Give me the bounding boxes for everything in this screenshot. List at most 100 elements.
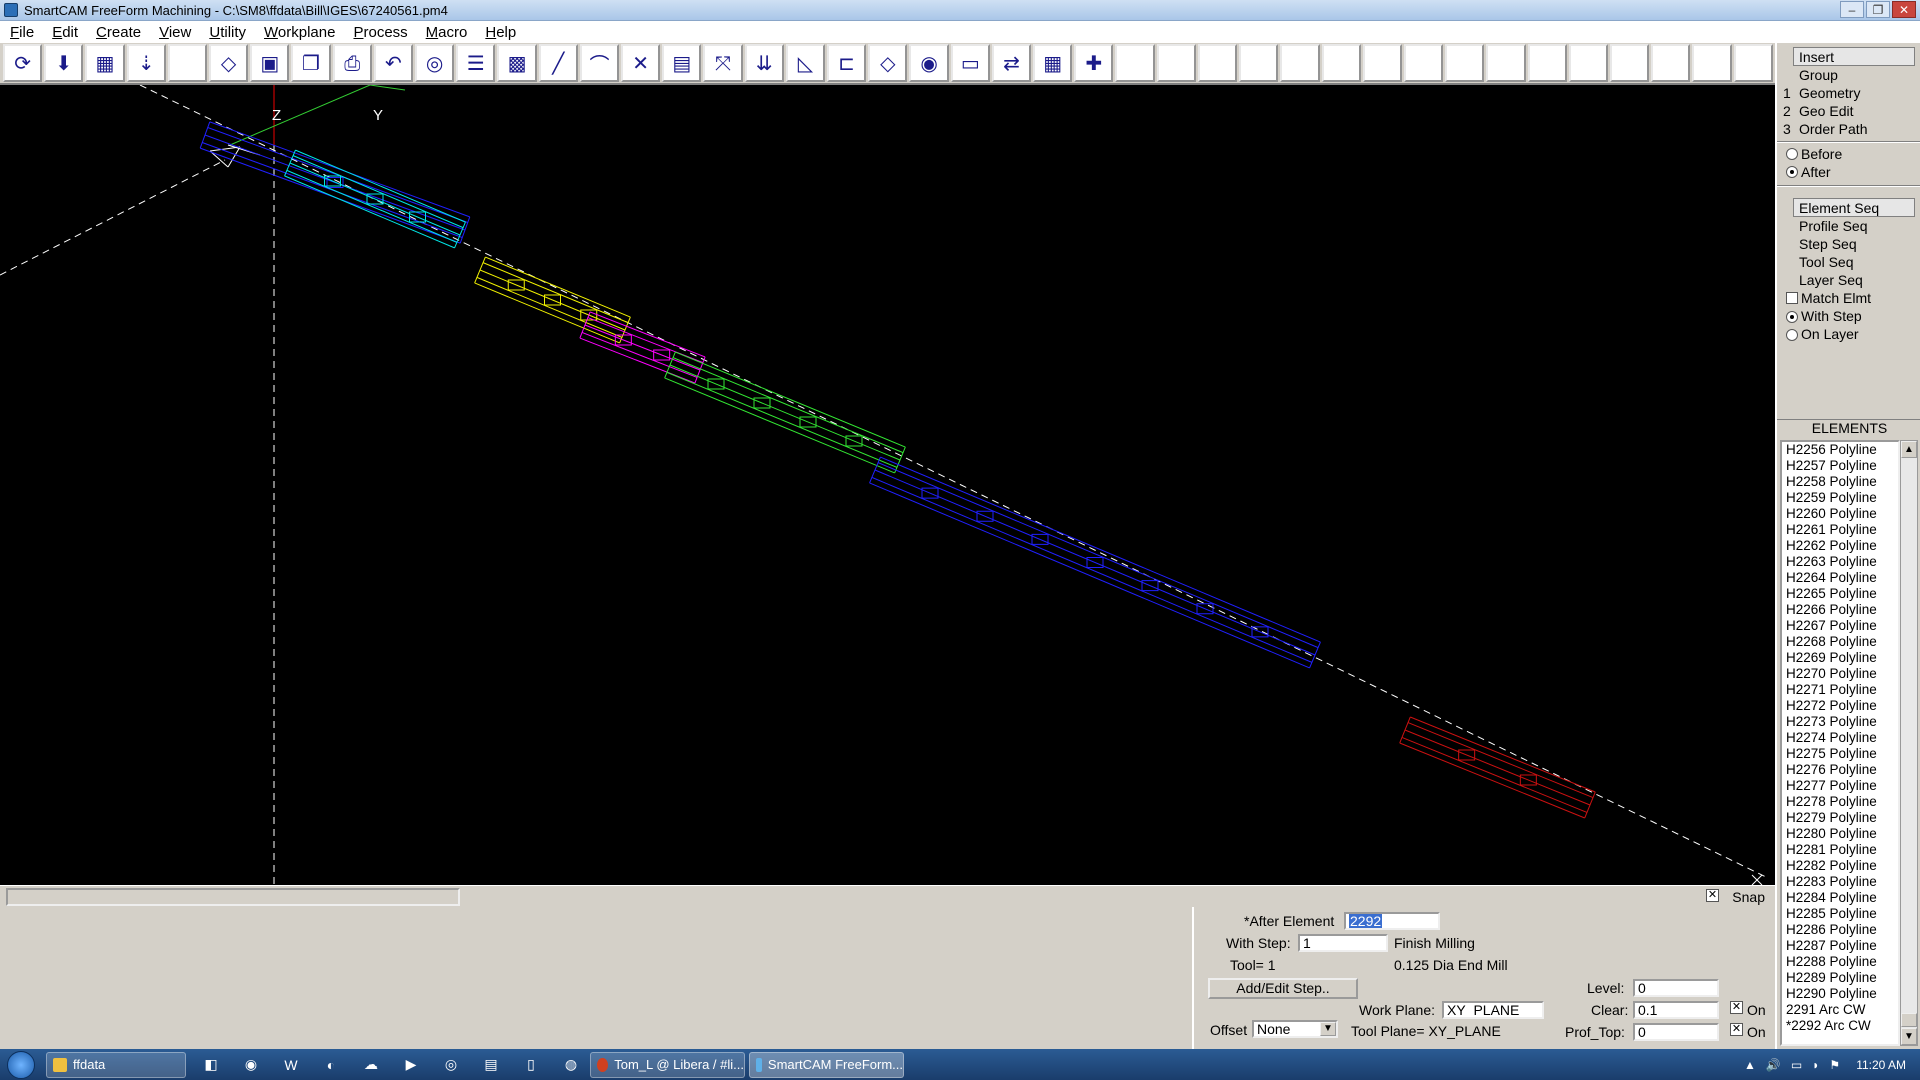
list-item[interactable]: H2279 Polyline	[1786, 810, 1898, 826]
task-ffdata[interactable]: ffdata	[46, 1051, 186, 1078]
quick-launch-icon[interactable]: ◍	[556, 1052, 586, 1078]
list-item[interactable]: H2289 Polyline	[1786, 970, 1898, 986]
clear-input[interactable]: 0.1	[1633, 1001, 1719, 1019]
list-item[interactable]: H2277 Polyline	[1786, 778, 1898, 794]
task-smartcam[interactable]: SmartCAM FreeForm...	[749, 1051, 904, 1078]
list-item[interactable]: H2270 Polyline	[1786, 666, 1898, 682]
fillet-icon[interactable]: ◺	[785, 44, 826, 82]
empty-toolbar-slot[interactable]	[1197, 44, 1238, 82]
surface-icon[interactable]: ▩	[497, 44, 537, 82]
scroll-down-icon[interactable]: ▼	[1901, 1028, 1917, 1045]
insert-mode[interactable]: Insert	[1799, 49, 1834, 65]
transform-icon[interactable]: ⤧	[703, 44, 743, 82]
layer-stack-icon[interactable]: ☰	[456, 44, 496, 82]
elements-scrollbar[interactable]: ▲ ▼	[1900, 440, 1918, 1046]
quick-launch-icon[interactable]: ◉	[236, 1052, 266, 1078]
menu-file[interactable]: File	[10, 24, 34, 41]
list-item[interactable]: H2269 Polyline	[1786, 650, 1898, 666]
empty-toolbar-slot[interactable]	[1280, 44, 1320, 82]
quick-launch-icon[interactable]: ◐	[316, 1052, 346, 1078]
before-radio[interactable]	[1786, 148, 1798, 160]
list-item[interactable]: H2258 Polyline	[1786, 474, 1898, 490]
line-icon[interactable]: ╱	[538, 44, 578, 82]
menu-process[interactable]: Process	[353, 24, 407, 41]
menu-view[interactable]: View	[159, 24, 191, 41]
start-button[interactable]	[0, 1049, 42, 1080]
graphics-viewport[interactable]: Z Y	[0, 85, 1775, 885]
profile-seq-option[interactable]: Profile Seq	[1799, 218, 1867, 234]
list-item[interactable]: H2285 Polyline	[1786, 906, 1898, 922]
calc-icon[interactable]: ▦	[1033, 44, 1073, 82]
list-item[interactable]: H2257 Polyline	[1786, 458, 1898, 474]
list-item[interactable]: H2265 Polyline	[1786, 586, 1898, 602]
empty-toolbar-slot[interactable]	[1651, 44, 1691, 82]
after-radio[interactable]	[1786, 166, 1798, 178]
add-point-icon[interactable]: ✚	[1074, 44, 1114, 82]
copy-icon[interactable]: ❐	[291, 44, 331, 82]
with-step-radio[interactable]	[1786, 311, 1798, 323]
list-item[interactable]: H2262 Polyline	[1786, 538, 1898, 554]
network-icon[interactable]: ▭	[1791, 1058, 1802, 1072]
layer-seq-option[interactable]: Layer Seq	[1799, 272, 1863, 288]
empty-toolbar-slot[interactable]	[1321, 44, 1361, 82]
menu-utility[interactable]: Utility	[209, 24, 246, 41]
list-item[interactable]: H2263 Polyline	[1786, 554, 1898, 570]
tool-seq-option[interactable]: Tool Seq	[1799, 254, 1853, 270]
work-plane-input[interactable]: XY_PLANE	[1442, 1001, 1544, 1019]
trim-icon[interactable]: ✕	[621, 44, 661, 82]
list-item[interactable]: H2274 Polyline	[1786, 730, 1898, 746]
empty-toolbar-slot[interactable]	[1568, 44, 1608, 82]
list-item[interactable]: H2267 Polyline	[1786, 618, 1898, 634]
list-item[interactable]: H2256 Polyline	[1786, 442, 1898, 458]
order-path-mode[interactable]: Order Path	[1799, 121, 1867, 137]
list-item[interactable]: H2278 Polyline	[1786, 794, 1898, 810]
list-item[interactable]: H2282 Polyline	[1786, 858, 1898, 874]
list-item[interactable]: H2276 Polyline	[1786, 762, 1898, 778]
menu-macro[interactable]: Macro	[426, 24, 468, 41]
fill-icon[interactable]: ▦	[85, 44, 125, 82]
list-item[interactable]: H2273 Polyline	[1786, 714, 1898, 730]
after-element-input[interactable]: 2292	[1344, 912, 1440, 930]
empty-toolbar-slot[interactable]	[1115, 44, 1155, 82]
offset-dropdown-icon[interactable]: ▼	[1320, 1022, 1336, 1036]
list-item[interactable]: H2286 Polyline	[1786, 922, 1898, 938]
tool-point-icon[interactable]: ⇣	[126, 44, 166, 82]
calculator-icon[interactable]: ▤	[662, 44, 702, 82]
quick-launch-icon[interactable]: ☁	[356, 1052, 386, 1078]
show-icon[interactable]: ◉	[909, 44, 949, 82]
list-item[interactable]: H2283 Polyline	[1786, 874, 1898, 890]
empty-toolbar-slot[interactable]	[1156, 44, 1196, 82]
arc-icon[interactable]: ⌒	[579, 44, 620, 82]
regen-icon[interactable]: ⟳	[3, 44, 43, 82]
geometry-mode[interactable]: Geometry	[1799, 85, 1860, 101]
volume-icon[interactable]: 🔊	[1766, 1058, 1781, 1072]
quick-launch-icon[interactable]: ▯	[516, 1052, 546, 1078]
list-item[interactable]: H2259 Polyline	[1786, 490, 1898, 506]
quick-launch-icon[interactable]: ▤	[476, 1052, 506, 1078]
menu-create[interactable]: Create	[96, 24, 141, 41]
quick-launch-icon[interactable]: ▶	[396, 1052, 426, 1078]
offset-icon[interactable]: ⇊	[744, 44, 784, 82]
menu-workplane[interactable]: Workplane	[264, 24, 335, 41]
empty-toolbar-slot[interactable]	[1403, 44, 1444, 82]
list-item[interactable]: H2290 Polyline	[1786, 986, 1898, 1002]
rotate-view-icon[interactable]: ◎	[415, 44, 455, 82]
list-item[interactable]: H2266 Polyline	[1786, 602, 1898, 618]
list-item[interactable]: H2288 Polyline	[1786, 954, 1898, 970]
element-seq-option[interactable]: Element Seq	[1799, 200, 1879, 216]
list-item[interactable]: H2275 Polyline	[1786, 746, 1898, 762]
measure-icon[interactable]: ◇	[868, 44, 908, 82]
add-edit-step-button[interactable]: Add/Edit Step..	[1208, 978, 1358, 999]
undo-icon[interactable]: ↶	[373, 44, 414, 82]
empty-toolbar-slot[interactable]	[1733, 44, 1773, 82]
with-step-input[interactable]: 1	[1298, 934, 1388, 952]
minimize-button[interactable]: –	[1840, 1, 1864, 18]
empty-toolbar-slot[interactable]	[1445, 44, 1485, 82]
print-icon[interactable]: ⎙	[332, 44, 372, 82]
list-item[interactable]: *2292 Arc CW	[1786, 1018, 1898, 1034]
elements-list[interactable]: H2256 Polyline H2257 Polyline H2258 Polyli…	[1780, 440, 1900, 1046]
list-item[interactable]: H2271 Polyline	[1786, 682, 1898, 698]
step-seq-option[interactable]: Step Seq	[1799, 236, 1857, 252]
list-item[interactable]: H2268 Polyline	[1786, 634, 1898, 650]
geo-edit-mode[interactable]: Geo Edit	[1799, 103, 1853, 119]
